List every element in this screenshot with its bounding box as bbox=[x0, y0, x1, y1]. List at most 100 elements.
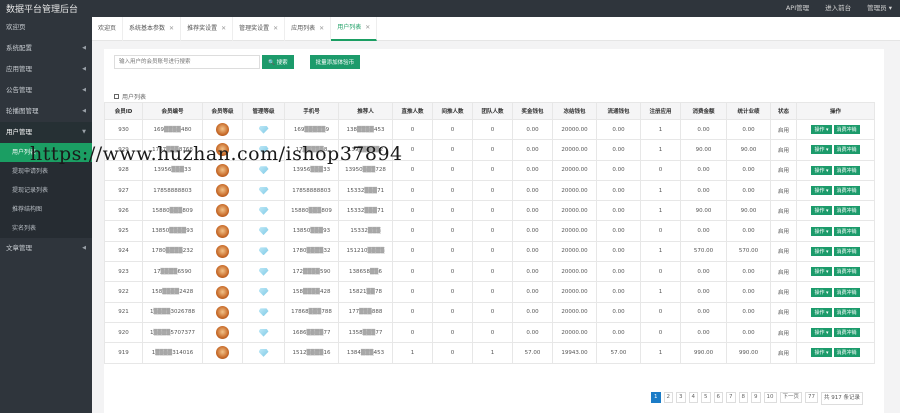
row-reverse-consume-button[interactable]: 消费冲销 bbox=[833, 125, 860, 135]
tab-welcome[interactable]: 欢迎页 bbox=[92, 17, 124, 41]
cell-member-no: 158▒▒▒▒2428 bbox=[142, 281, 203, 303]
close-icon[interactable]: ✕ bbox=[221, 17, 226, 41]
close-icon[interactable]: ✕ bbox=[365, 16, 370, 40]
cell-bonus-wallet: 57.00 bbox=[512, 342, 553, 364]
row-action-menu-button[interactable]: 操作 ▾ bbox=[811, 328, 832, 338]
list-title-text: 用户列表 bbox=[122, 94, 147, 101]
cell-phone: 13850▒▒▒93 bbox=[284, 220, 339, 242]
diamond-icon bbox=[258, 186, 269, 195]
row-reverse-consume-button[interactable]: 消费冲销 bbox=[833, 226, 860, 236]
page-button[interactable]: 9 bbox=[751, 392, 761, 403]
cell-team-count: 0 bbox=[472, 301, 513, 323]
page-button[interactable]: 5 bbox=[701, 392, 711, 403]
cell-spent-amount: 0.00 bbox=[680, 281, 727, 303]
row-action-menu-button[interactable]: 操作 ▾ bbox=[811, 267, 832, 277]
cell-bonus-wallet: 0.00 bbox=[512, 200, 553, 222]
sidebar-item-article-manage[interactable]: 文章管理 ◀ bbox=[0, 238, 92, 259]
tab-user-list[interactable]: 用户列表 ✕ bbox=[331, 16, 378, 41]
column-header: 消费金额 bbox=[680, 102, 727, 120]
tab-app-list[interactable]: 应用列表 ✕ bbox=[285, 17, 332, 41]
cell-performance: 0.00 bbox=[726, 159, 771, 181]
row-reverse-consume-button[interactable]: 消费冲销 bbox=[833, 328, 860, 338]
page-button[interactable]: 3 bbox=[676, 392, 686, 403]
cell-registered-apps: 1 bbox=[640, 200, 681, 222]
page-button[interactable]: 7 bbox=[726, 392, 736, 403]
row-reverse-consume-button[interactable]: 消费冲销 bbox=[833, 165, 860, 175]
table-row: 926 15880▒▒▒809 15880▒▒▒809 15332▒▒▒71 0 0 0 0.… bbox=[104, 200, 875, 222]
close-icon[interactable]: ✕ bbox=[319, 17, 324, 41]
row-action-menu-button[interactable]: 操作 ▾ bbox=[811, 246, 832, 256]
next-page-button[interactable]: 下一页 bbox=[779, 392, 803, 403]
page-button[interactable]: 4 bbox=[688, 392, 698, 403]
tab-system-params[interactable]: 系统基本参数 ✕ bbox=[123, 17, 182, 41]
chevron-left-icon: ◀ bbox=[82, 87, 86, 93]
sidebar-item-label: 欢迎页 bbox=[6, 23, 26, 31]
page-button[interactable]: 8 bbox=[738, 392, 748, 403]
cell-manage-level bbox=[242, 200, 285, 222]
row-reverse-consume-button[interactable]: 消费冲销 bbox=[833, 246, 860, 256]
row-action-menu-button[interactable]: 操作 ▾ bbox=[811, 186, 832, 196]
cell-bonus-wallet: 0.00 bbox=[512, 240, 553, 263]
cell-bonus-wallet: 0.00 bbox=[512, 159, 553, 181]
search-button[interactable]: 🔍 搜索 bbox=[262, 55, 294, 69]
page-button[interactable]: 10 bbox=[763, 392, 777, 403]
top-nav: API管理 进入前台 管理员 ▾ bbox=[786, 2, 892, 15]
page-button[interactable]: 1 bbox=[651, 392, 661, 403]
column-header: 会员编号 bbox=[142, 102, 203, 120]
topnav-frontend-link[interactable]: 进入前台 bbox=[825, 2, 851, 15]
page-button[interactable]: 2 bbox=[663, 392, 673, 403]
diamond-icon bbox=[258, 247, 269, 256]
cell-member-level bbox=[202, 321, 243, 344]
cell-bonus-wallet: 0.00 bbox=[512, 220, 553, 242]
topnav-api-link[interactable]: API管理 bbox=[786, 2, 809, 15]
last-page-button[interactable]: 77 bbox=[805, 392, 819, 403]
row-reverse-consume-button[interactable]: 消费冲销 bbox=[833, 348, 860, 358]
topnav-admin-menu[interactable]: 管理员 ▾ bbox=[867, 2, 892, 15]
cell-registered-apps: 1 bbox=[640, 281, 681, 303]
sidebar-item-user-manage[interactable]: 用户管理 ▼ bbox=[0, 122, 92, 143]
tab-management-bonus[interactable]: 管理奖设置 ✕ bbox=[233, 17, 286, 41]
cell-registered-apps: 1 bbox=[640, 240, 681, 263]
row-reverse-consume-button[interactable]: 消费冲销 bbox=[833, 307, 860, 317]
cell-actions: 操作 ▾ 消费冲销 bbox=[796, 200, 875, 222]
sidebar-subitem-referral-tree[interactable]: 推荐结构图 bbox=[0, 200, 92, 219]
table-row: 924 1780▒▒▒▒232 1780▒▒▒▒32 151210▒▒▒▒ 0 0 0 0.0… bbox=[104, 240, 875, 263]
row-reverse-consume-button[interactable]: 消费冲销 bbox=[833, 186, 860, 196]
table-row: 922 158▒▒▒▒2428 158▒▒▒▒428 15821▒▒78 0 0 0 0.00… bbox=[104, 281, 875, 303]
row-reverse-consume-button[interactable]: 消费冲销 bbox=[833, 267, 860, 277]
row-action-menu-button[interactable]: 操作 ▾ bbox=[811, 125, 832, 135]
row-action-menu-button[interactable]: 操作 ▾ bbox=[811, 287, 832, 297]
row-action-menu-button[interactable]: 操作 ▾ bbox=[811, 307, 832, 317]
row-action-menu-button[interactable]: 操作 ▾ bbox=[811, 206, 832, 216]
cell-performance: 0.00 bbox=[726, 281, 771, 303]
sidebar-subitem-realname-list[interactable]: 实名列表 bbox=[0, 219, 92, 238]
row-action-menu-button[interactable]: 操作 ▾ bbox=[811, 165, 832, 175]
cell-performance: 0.00 bbox=[726, 118, 771, 141]
search-input[interactable] bbox=[114, 55, 260, 69]
sidebar-item-carousel-manage[interactable]: 轮播图管理 ◀ bbox=[0, 101, 92, 122]
cell-direct-count: 0 bbox=[392, 301, 433, 323]
sidebar-item-notice-manage[interactable]: 公告管理 ◀ bbox=[0, 80, 92, 101]
sidebar-item-welcome[interactable]: 欢迎页 bbox=[0, 17, 92, 38]
row-reverse-consume-button[interactable]: 消费冲销 bbox=[833, 206, 860, 216]
sidebar-subitem-withdraw-record[interactable]: 提现记录列表 bbox=[0, 181, 92, 200]
cell-manage-level bbox=[242, 179, 285, 202]
close-icon[interactable]: ✕ bbox=[169, 17, 174, 41]
cell-direct-count: 1 bbox=[392, 342, 433, 364]
cell-direct-count: 0 bbox=[392, 261, 433, 283]
batch-add-credit-button[interactable]: 批量添加体验币 bbox=[309, 55, 361, 69]
cell-frozen-wallet: 20000.00 bbox=[552, 139, 597, 161]
sidebar-item-system-config[interactable]: 系统配置 ◀ bbox=[0, 38, 92, 59]
tab-referral-bonus[interactable]: 推荐奖设置 ✕ bbox=[181, 17, 234, 41]
row-reverse-consume-button[interactable]: 消费冲销 bbox=[833, 287, 860, 297]
row-action-menu-button[interactable]: 操作 ▾ bbox=[811, 348, 832, 358]
cell-member-no: 1▒▒▒▒314016 bbox=[142, 342, 203, 364]
row-action-menu-button[interactable]: 操作 ▾ bbox=[811, 145, 832, 155]
close-icon[interactable]: ✕ bbox=[273, 17, 278, 41]
level-badge-icon bbox=[216, 285, 229, 299]
row-action-menu-button[interactable]: 操作 ▾ bbox=[811, 226, 832, 236]
page-button[interactable]: 6 bbox=[713, 392, 723, 403]
sidebar-item-app-manage[interactable]: 应用管理 ◀ bbox=[0, 59, 92, 80]
cell-phone: 17868▒▒▒788 bbox=[284, 301, 339, 323]
row-reverse-consume-button[interactable]: 消费冲销 bbox=[833, 145, 860, 155]
